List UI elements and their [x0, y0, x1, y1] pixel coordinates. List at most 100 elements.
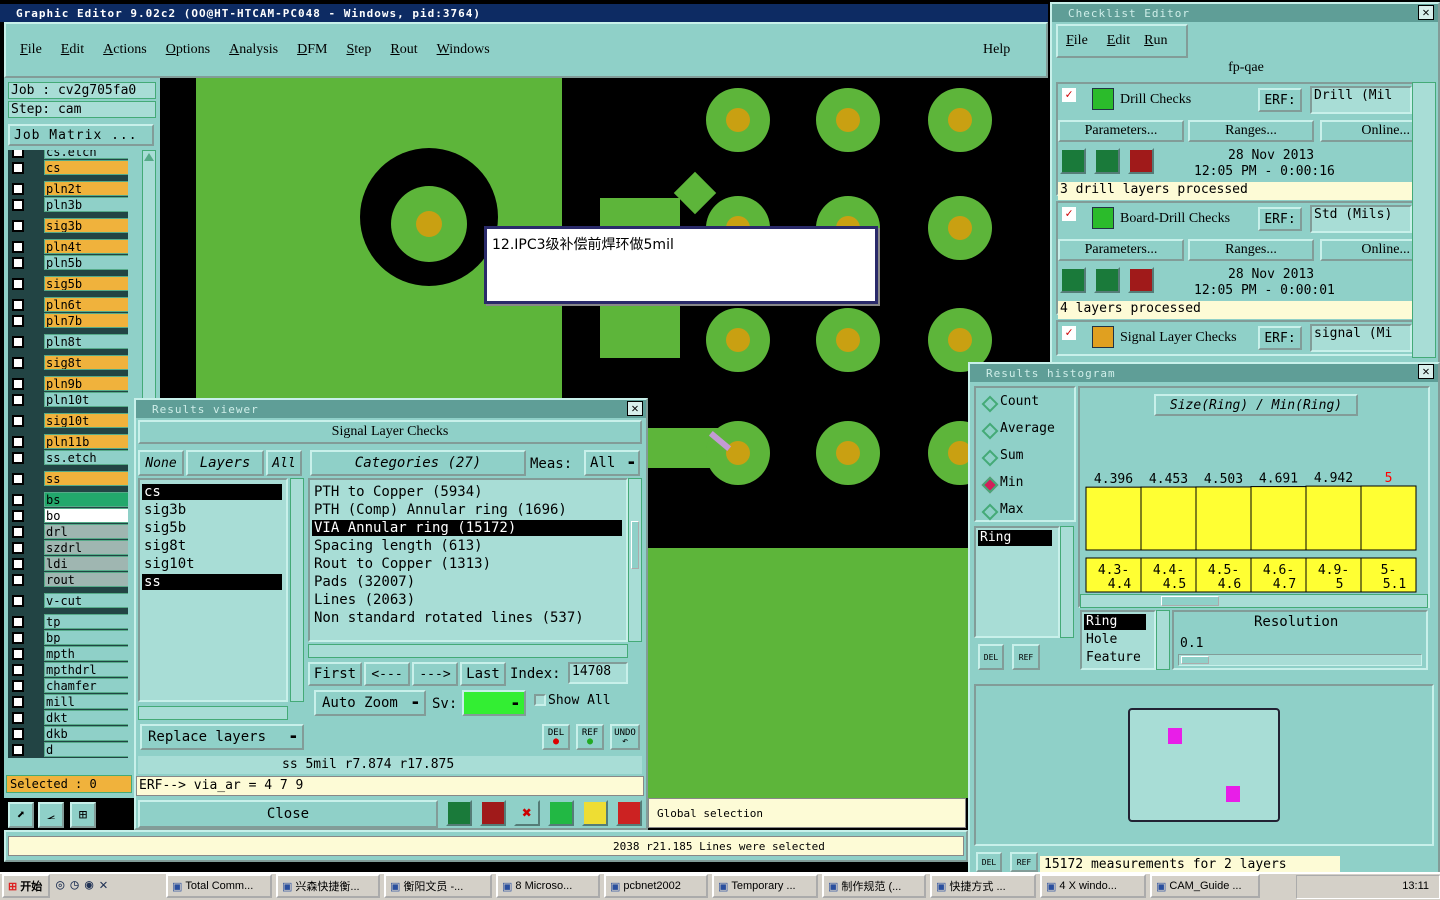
erf-value[interactable]: signal (Mi: [1310, 324, 1412, 352]
layer-row[interactable]: sig3b: [10, 218, 128, 234]
layer-row[interactable]: cs.etch: [10, 150, 128, 160]
layer-checkbox[interactable]: [12, 595, 24, 607]
ranges-button[interactable]: Ranges...: [1188, 239, 1314, 261]
histogram-bar[interactable]: [1195, 486, 1252, 551]
layer-checkbox[interactable]: [12, 712, 24, 724]
radio-sum[interactable]: [981, 449, 999, 467]
index-input[interactable]: 14708: [568, 662, 628, 684]
layer-checkbox[interactable]: [12, 199, 24, 211]
check-name[interactable]: Drill Checks: [1120, 92, 1191, 108]
scroll-up-arrow[interactable]: [144, 153, 154, 161]
layer-name[interactable]: tp: [44, 614, 128, 629]
list-item[interactable]: PTH (Comp) Annular ring (1696): [312, 502, 622, 518]
check-mark-icon[interactable]: ✓: [1062, 88, 1076, 102]
layer-checkbox[interactable]: [12, 574, 24, 586]
list-item[interactable]: Spacing length (613): [312, 538, 622, 554]
layer-row[interactable]: pln2t: [10, 181, 128, 197]
checklist-close-icon[interactable]: ✕: [1418, 5, 1434, 20]
show-all-checkbox[interactable]: [534, 694, 546, 706]
layer-checkbox[interactable]: [12, 616, 24, 628]
hist-del-button[interactable]: DEL: [978, 644, 1004, 670]
layer-row[interactable]: bo: [10, 508, 128, 524]
layer-row[interactable]: ss: [10, 471, 128, 487]
layer-name[interactable]: bo: [44, 508, 128, 523]
ref-button[interactable]: REF ●: [576, 724, 604, 750]
undo-button[interactable]: UNDO ↶: [610, 724, 640, 750]
radio-count[interactable]: [981, 395, 999, 413]
run-icon[interactable]: [1128, 267, 1154, 293]
layer-name[interactable]: pln9b: [44, 376, 128, 391]
layer-checkbox[interactable]: [12, 415, 24, 427]
layer-name[interactable]: rout: [44, 572, 128, 587]
list-item[interactable]: sig8t: [142, 538, 282, 554]
layer-name[interactable]: bs: [44, 492, 128, 507]
layer-row[interactable]: bs: [10, 492, 128, 508]
hist-ref-bottom[interactable]: REF: [1010, 852, 1038, 872]
list-item[interactable]: sig5b: [142, 520, 282, 536]
taskbar-item[interactable]: ▣ CAM_Guide ...: [1150, 874, 1260, 898]
layer-row[interactable]: sig8t: [10, 355, 128, 371]
layer-name[interactable]: ss: [44, 471, 128, 486]
radio-max[interactable]: [981, 503, 999, 521]
layer-checkbox[interactable]: [12, 542, 24, 554]
close-button[interactable]: Close: [138, 800, 438, 828]
layer-row[interactable]: pln4t: [10, 239, 128, 255]
menu-options[interactable]: Options: [166, 42, 210, 58]
layer-checkbox[interactable]: [12, 378, 24, 390]
check-name[interactable]: Signal Layer Checks: [1120, 330, 1237, 346]
layer-checkbox[interactable]: [12, 494, 24, 506]
layer-row[interactable]: dkb: [10, 726, 128, 742]
results-viewer-close-icon[interactable]: ✕: [627, 401, 643, 416]
run-icon[interactable]: [1060, 267, 1086, 293]
replace-layers-dropdown[interactable]: Replace layers ▬: [140, 724, 304, 750]
toolbar-icon-1[interactable]: [446, 800, 472, 826]
layer-name[interactable]: pln10t: [44, 392, 128, 407]
layer-checkbox[interactable]: [12, 744, 24, 756]
menu-file[interactable]: File: [20, 42, 42, 58]
layer-name[interactable]: d: [44, 742, 128, 757]
layer-checkbox[interactable]: [12, 728, 24, 740]
layer-name[interactable]: ldi: [44, 556, 128, 571]
list-fields[interactable]: Ring Hole Feature: [1080, 610, 1156, 670]
layer-row[interactable]: pln3b: [10, 197, 128, 213]
hist-del-bottom[interactable]: DEL: [976, 852, 1002, 872]
layer-row[interactable]: mpth: [10, 646, 128, 662]
layer-checkbox[interactable]: [12, 473, 24, 485]
tool-grid[interactable]: ⊞: [70, 802, 96, 828]
layer-name[interactable]: mpthdrl: [44, 662, 128, 677]
layers-button[interactable]: Layers: [186, 450, 264, 476]
layer-row[interactable]: pln9b: [10, 376, 128, 392]
layer-name[interactable]: pln4t: [44, 239, 128, 254]
meas-dropdown[interactable]: All ▬: [584, 450, 640, 476]
run-icon[interactable]: [1128, 148, 1154, 174]
menu-rout[interactable]: Rout: [390, 42, 417, 58]
taskbar-item[interactable]: ▣ 兴森快捷衡...: [276, 874, 380, 898]
menu-actions[interactable]: Actions: [103, 42, 147, 58]
layer-name[interactable]: sig10t: [44, 413, 128, 428]
layer-name[interactable]: sig3b: [44, 218, 128, 233]
layer-name[interactable]: sig8t: [44, 355, 128, 370]
menu-analysis[interactable]: Analysis: [229, 42, 278, 58]
histogram-hscroll[interactable]: [1080, 594, 1428, 608]
category-hscroll[interactable]: [308, 644, 628, 658]
parameters-button[interactable]: Parameters...: [1058, 120, 1184, 142]
layer-checkbox[interactable]: [12, 632, 24, 644]
layer-name[interactable]: szdrl: [44, 540, 128, 555]
layer-row[interactable]: chamfer: [10, 678, 128, 694]
layer-row[interactable]: tp: [10, 614, 128, 630]
layer-checkbox[interactable]: [12, 696, 24, 708]
last-button[interactable]: Last: [460, 662, 506, 686]
layer-name[interactable]: ss.etch: [44, 450, 128, 465]
layer-row[interactable]: pln6t: [10, 297, 128, 313]
layer-row[interactable]: bp: [10, 630, 128, 646]
checklist-scrollbar[interactable]: [1412, 82, 1436, 358]
list-item[interactable]: Rout to Copper (1313): [312, 556, 622, 572]
layer-row[interactable]: pln7b: [10, 313, 128, 329]
layer-name[interactable]: dkt: [44, 710, 128, 725]
histogram-close-icon[interactable]: ✕: [1418, 364, 1434, 379]
list-item[interactable]: Feature: [1084, 650, 1146, 666]
resolution-slider[interactable]: [1178, 654, 1422, 666]
layer-row[interactable]: d: [10, 742, 128, 758]
layer-result-list[interactable]: cs sig3b sig5b sig8t sig10t ss: [138, 478, 288, 702]
menu-step[interactable]: Step: [346, 42, 371, 58]
